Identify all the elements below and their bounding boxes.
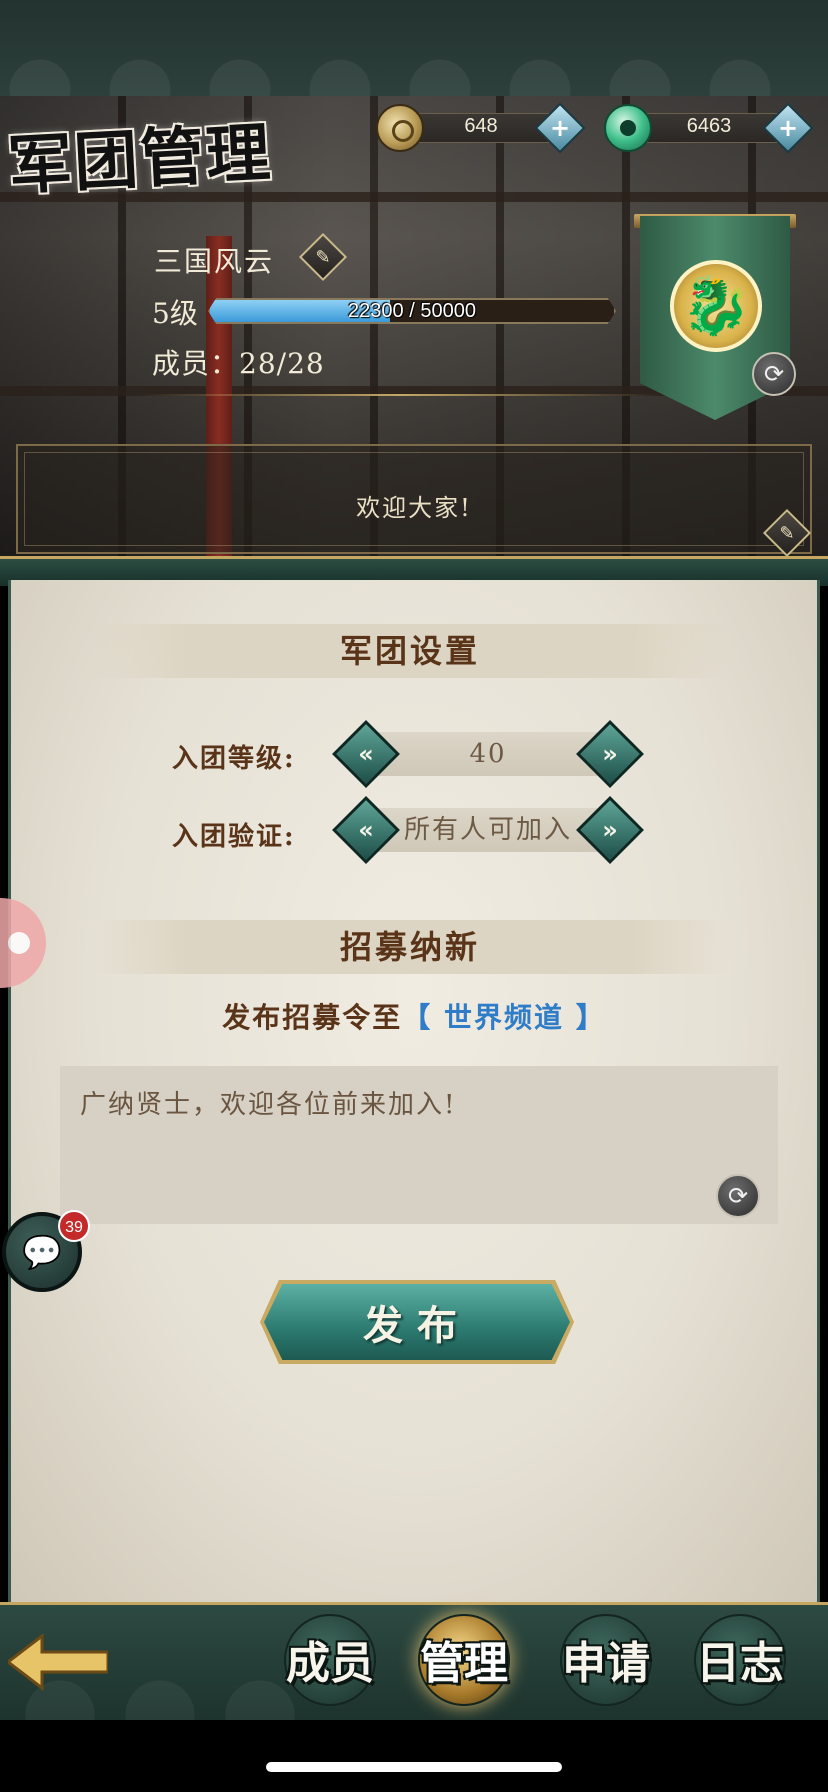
- member-count: 成员：28/28: [152, 347, 325, 380]
- tab-applications[interactable]: 申请: [546, 1604, 666, 1714]
- chat-unread-badge: 39: [58, 1210, 90, 1242]
- publish-prefix: 发布招募令至: [222, 1001, 403, 1034]
- dragon-emblem-icon: 🐉: [670, 260, 762, 352]
- join-level-label: 入团等级:: [172, 744, 296, 774]
- publish-target-line: 发布招募令至【 世界频道 】: [0, 996, 828, 1036]
- xp-progress-bar: 22300 / 50000: [208, 298, 616, 324]
- add-coin-button[interactable]: +: [534, 102, 586, 154]
- pencil-icon: ✎: [779, 522, 795, 544]
- join-level-stepper: 40 « »: [332, 720, 644, 788]
- pencil-icon: ✎: [315, 246, 331, 268]
- page-title: 军团管理: [6, 115, 274, 205]
- join-verify-label: 入团验证:: [172, 822, 296, 852]
- jade-value: 6463: [686, 115, 732, 137]
- coin-icon: [376, 104, 424, 152]
- xp-progress-text: 22300 / 50000: [348, 300, 476, 322]
- home-bar-area: [0, 1720, 828, 1792]
- tab-members[interactable]: 成员: [270, 1604, 390, 1714]
- chevron-left-icon: «: [358, 816, 374, 844]
- coin-currency: 648 +: [376, 102, 586, 154]
- publish-button-label: 发布: [363, 1302, 471, 1349]
- tab-label: 成员: [286, 1638, 374, 1689]
- recruit-message-input[interactable]: 广纳贤士，欢迎各位前来加入!: [60, 1066, 778, 1224]
- refresh-icon: ⟳: [763, 360, 785, 388]
- jade-icon: [604, 104, 652, 152]
- back-arrow-icon[interactable]: [8, 1632, 108, 1692]
- add-jade-button[interactable]: +: [762, 102, 814, 154]
- home-indicator[interactable]: [266, 1762, 562, 1772]
- world-channel-link[interactable]: 【 世界频道 】: [402, 1001, 606, 1034]
- coin-value: 648: [464, 115, 498, 137]
- join-verify-stepper: 所有人可加入 « »: [332, 796, 644, 864]
- guild-notice: 欢迎大家!: [16, 444, 812, 554]
- jade-currency: 6463 +: [604, 102, 814, 154]
- tab-label: 申请: [562, 1638, 650, 1689]
- notice-text: 欢迎大家!: [356, 494, 472, 522]
- refresh-message-button[interactable]: ⟳: [716, 1174, 760, 1218]
- tab-label: 日志: [696, 1638, 784, 1689]
- recruit-message-text: 广纳贤士，欢迎各位前来加入!: [80, 1090, 457, 1120]
- guild-level: 5级: [152, 297, 198, 330]
- plus-icon: +: [777, 114, 799, 142]
- chat-bubble-icon: 💬: [22, 1233, 62, 1271]
- tab-label: 管理: [420, 1638, 508, 1689]
- tab-manage[interactable]: 管理: [404, 1604, 524, 1714]
- join-level-value: 40: [469, 739, 507, 769]
- change-emblem-button[interactable]: ⟳: [752, 352, 796, 396]
- divider: [140, 394, 660, 396]
- join-verify-value: 所有人可加入: [403, 815, 572, 845]
- chevron-right-icon: »: [602, 816, 618, 844]
- chevron-right-icon: »: [602, 740, 618, 768]
- chevron-left-icon: «: [358, 740, 374, 768]
- plus-icon: +: [549, 114, 571, 142]
- top-wave-band: [0, 0, 828, 96]
- publish-button[interactable]: 发布: [264, 1284, 570, 1360]
- recruit-section-title: 招募纳新: [90, 920, 730, 974]
- tab-log[interactable]: 日志: [680, 1604, 800, 1714]
- settings-section-title: 军团设置: [90, 624, 730, 678]
- refresh-icon: ⟳: [727, 1182, 749, 1210]
- dot-icon: [8, 932, 30, 954]
- guild-name: 三国风云: [154, 245, 275, 278]
